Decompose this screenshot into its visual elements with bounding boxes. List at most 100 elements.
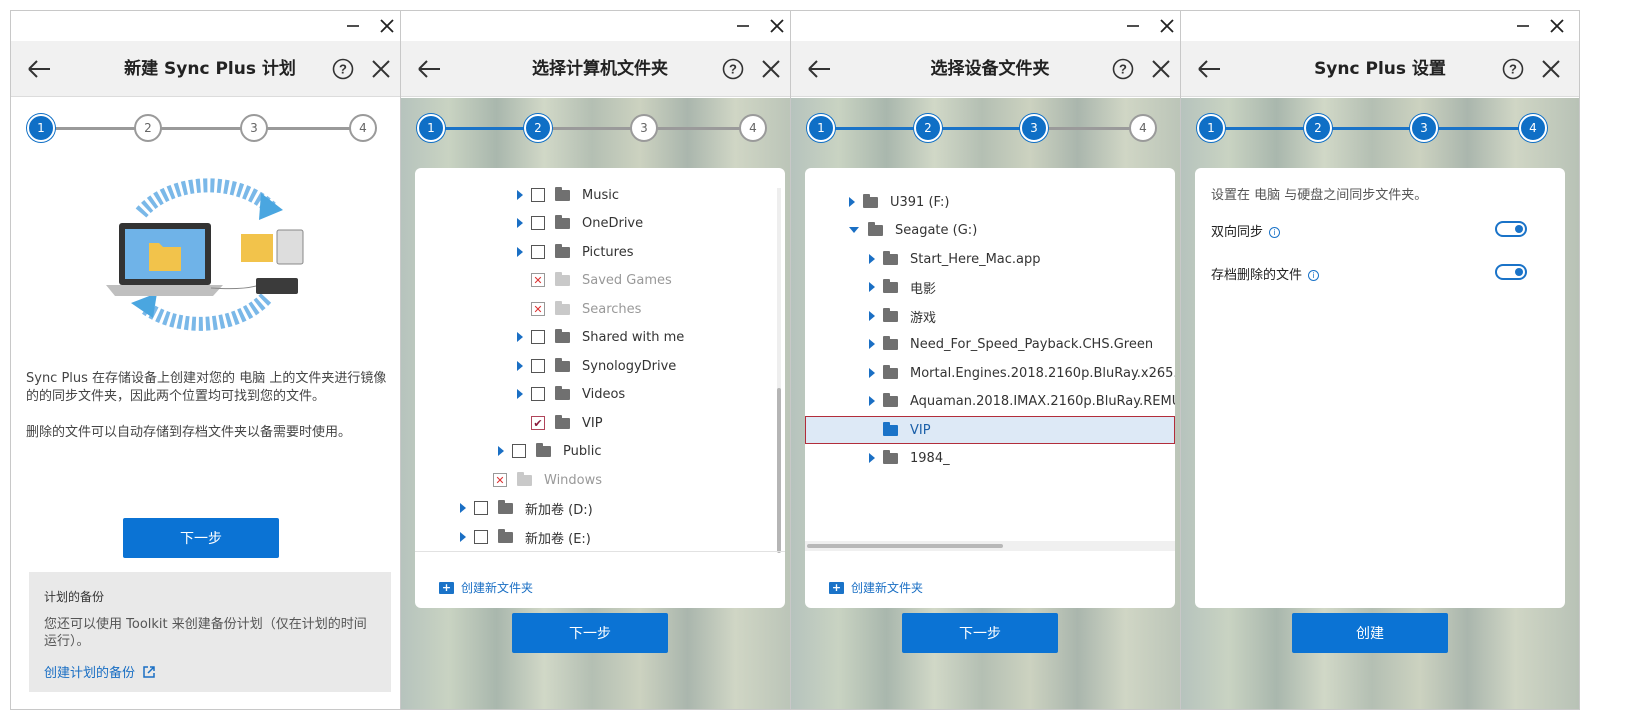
tree-item-shared-with-me[interactable]: Shared with me	[517, 323, 684, 351]
window-close-button[interactable]	[765, 14, 789, 38]
tree-item-searches[interactable]: ✕ Searches	[517, 295, 641, 323]
tree-item-vip[interactable]: VIP	[869, 416, 931, 444]
create-new-folder-link[interactable]: + 创建新文件夹	[829, 579, 923, 596]
step-indicator: 1 2 3 4	[417, 112, 783, 144]
tree-item-synologydrive[interactable]: SynologyDrive	[517, 352, 676, 380]
scrollbar-thumb[interactable]	[777, 388, 781, 553]
tree-item-windows[interactable]: ✕ Windows	[479, 466, 602, 494]
checkbox[interactable]	[531, 188, 545, 202]
folder-icon	[883, 449, 898, 464]
tree-item-movies[interactable]: 电影	[869, 273, 936, 301]
tree-item-drive-d[interactable]: 新加卷 (D:)	[460, 494, 593, 522]
tree-item-start-here[interactable]: Start_Here_Mac.app	[869, 245, 1041, 273]
dialog-close-button[interactable]	[1147, 55, 1175, 83]
minimize-button[interactable]	[731, 14, 755, 38]
minimize-button[interactable]	[1121, 14, 1145, 38]
window-close-button[interactable]	[1545, 14, 1569, 38]
step-3: 3	[240, 114, 268, 142]
selected-row-highlight	[805, 416, 1175, 444]
tree-item-drive-e[interactable]: 新加卷 (E:)	[460, 523, 591, 551]
minimize-button[interactable]	[341, 14, 365, 38]
info-icon[interactable]: i	[1308, 270, 1320, 281]
dialog-body: 1 2 3 4 U391 (F:) Seagate (G:) Start_Her…	[791, 98, 1189, 709]
next-button[interactable]: 下一步	[902, 613, 1058, 653]
help-button[interactable]: ?	[1109, 55, 1137, 83]
tree-item-aquaman[interactable]: Aquaman.2018.IMAX.2160p.BluRay.REMUX.H	[869, 387, 1175, 415]
checkbox[interactable]	[531, 216, 545, 230]
window-close-button[interactable]	[1155, 14, 1179, 38]
back-button[interactable]	[805, 55, 833, 83]
tree-item-videos[interactable]: Videos	[517, 380, 625, 408]
create-new-folder-link[interactable]: + 创建新文件夹	[439, 579, 533, 596]
dialog-close-button[interactable]	[367, 55, 395, 83]
close-icon	[1550, 19, 1564, 33]
checkbox[interactable]	[512, 444, 526, 458]
excluded-checkbox[interactable]: ✕	[531, 273, 545, 287]
tree-item-seagate[interactable]: Seagate (G:)	[849, 216, 977, 244]
close-icon	[1542, 60, 1560, 78]
tree-item-u391[interactable]: U391 (F:)	[849, 188, 949, 216]
step-1: 1	[417, 114, 445, 142]
create-backup-link[interactable]: 创建计划的备份	[44, 662, 156, 681]
folder-icon	[883, 250, 898, 265]
tree-item-nfs-payback[interactable]: Need_For_Speed_Payback.CHS.Green	[869, 330, 1153, 358]
horizontal-scrollbar[interactable]	[805, 541, 1175, 551]
step-2: 2	[524, 114, 552, 142]
next-button[interactable]: 下一步	[123, 518, 279, 558]
checkbox[interactable]	[474, 530, 488, 544]
close-icon	[380, 19, 394, 33]
window-close-button[interactable]	[375, 14, 399, 38]
back-button[interactable]	[415, 55, 443, 83]
info-icon[interactable]: i	[1269, 227, 1281, 238]
tree-item-mortal-engines[interactable]: Mortal.Engines.2018.2160p.BluRay.x265.10…	[869, 359, 1175, 387]
tree-item-pictures[interactable]: Pictures	[517, 238, 633, 266]
dialog-title: Sync Plus 设置	[1314, 59, 1446, 79]
tree-item-games[interactable]: 游戏	[869, 302, 936, 330]
tree-item-public[interactable]: Public	[498, 437, 601, 465]
dialog-close-button[interactable]	[757, 55, 785, 83]
next-button[interactable]: 下一步	[512, 613, 668, 653]
two-way-sync-toggle[interactable]	[1495, 221, 1527, 237]
tree-item-1984[interactable]: 1984_	[869, 444, 950, 472]
folder-icon	[883, 392, 898, 407]
tree-item-saved-games[interactable]: ✕ Saved Games	[517, 266, 672, 294]
excluded-checkbox[interactable]: ✕	[531, 302, 545, 316]
back-button[interactable]	[1195, 55, 1223, 83]
checked-checkbox[interactable]: ✔	[531, 416, 545, 430]
help-button[interactable]: ?	[329, 55, 357, 83]
expand-icon	[517, 190, 523, 200]
expand-icon	[869, 368, 875, 378]
help-button[interactable]: ?	[1499, 55, 1527, 83]
dialog-close-button[interactable]	[1537, 55, 1565, 83]
window-select-computer-folder: 选择计算机文件夹 ? 1 2 3 4 Music OneDrive Pictur…	[400, 10, 800, 710]
scrollbar-track[interactable]	[777, 188, 781, 553]
back-button[interactable]	[25, 55, 53, 83]
folder-icon	[883, 421, 898, 436]
create-button[interactable]: 创建	[1292, 613, 1448, 653]
checkbox[interactable]	[531, 330, 545, 344]
checkbox[interactable]	[531, 359, 545, 373]
step-4: 4	[1519, 114, 1547, 142]
scrollbar-thumb[interactable]	[807, 544, 1003, 548]
tree-item-music[interactable]: Music	[517, 181, 619, 209]
step-2: 2	[1304, 114, 1332, 142]
checkbox[interactable]	[474, 501, 488, 515]
tree-item-vip[interactable]: ✔ VIP	[517, 409, 603, 437]
dialog-body: 1 2 3 4 设置在 电脑 与硬盘之间同步文件夹。 双向同步 i 存档删除的文件…	[1181, 98, 1579, 709]
expand-icon	[460, 532, 466, 542]
dialog-header: Sync Plus 设置 ?	[1181, 41, 1579, 97]
new-folder-icon: +	[439, 581, 454, 594]
minimize-button[interactable]	[1511, 14, 1535, 38]
excluded-checkbox[interactable]: ✕	[493, 473, 507, 487]
folder-icon	[883, 307, 898, 322]
dialog-body: 1 2 3 4 Music OneDrive Pictures ✕ Saved G…	[401, 98, 799, 709]
checkbox[interactable]	[531, 387, 545, 401]
step-3: 3	[1020, 114, 1048, 142]
archive-deleted-toggle[interactable]	[1495, 264, 1527, 280]
help-icon: ?	[722, 58, 744, 80]
minimize-icon	[1517, 25, 1529, 27]
close-icon	[372, 60, 390, 78]
tree-item-onedrive[interactable]: OneDrive	[517, 209, 643, 237]
help-button[interactable]: ?	[719, 55, 747, 83]
checkbox[interactable]	[531, 245, 545, 259]
